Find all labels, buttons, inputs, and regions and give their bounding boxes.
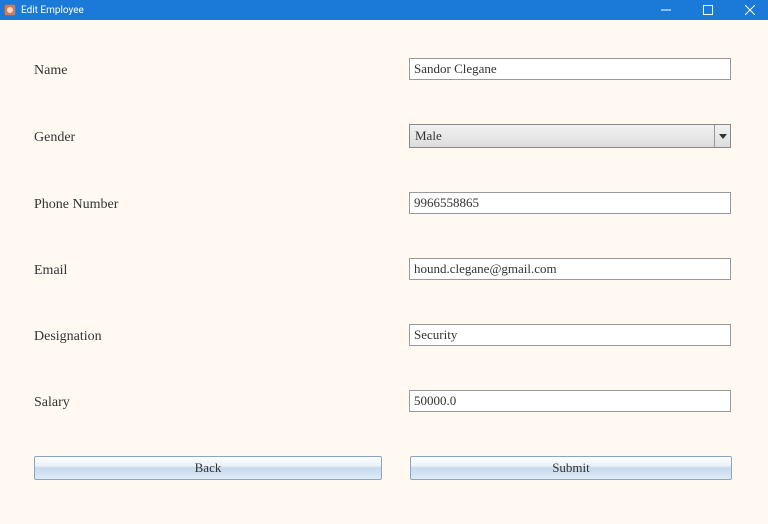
maximize-button[interactable] (696, 1, 720, 19)
gender-select[interactable]: Male (409, 124, 731, 148)
gender-selected-value: Male (410, 125, 714, 147)
designation-row: Designation (34, 324, 734, 346)
gender-label: Gender (34, 127, 409, 146)
submit-button[interactable]: Submit (410, 456, 732, 480)
titlebar-left: Edit Employee (4, 4, 84, 16)
phone-row: Phone Number (34, 192, 734, 214)
designation-label: Designation (34, 326, 409, 345)
button-row: Back Submit (34, 456, 734, 480)
name-label: Name (34, 60, 409, 79)
email-label: Email (34, 260, 409, 279)
back-button[interactable]: Back (34, 456, 382, 480)
email-row: Email (34, 258, 734, 280)
gender-row: Gender Male (34, 124, 734, 148)
close-button[interactable] (738, 1, 762, 19)
gender-dropdown-button[interactable] (714, 125, 730, 147)
salary-label: Salary (34, 392, 409, 411)
form-panel: Name Gender Male Phone Number Email Desi… (0, 20, 768, 524)
salary-row: Salary (34, 390, 734, 412)
salary-input[interactable] (409, 390, 731, 412)
phone-label: Phone Number (34, 194, 409, 213)
email-input[interactable] (409, 258, 731, 280)
minimize-button[interactable] (654, 1, 678, 19)
name-row: Name (34, 58, 734, 80)
close-icon (745, 5, 755, 15)
app-icon (4, 4, 16, 16)
phone-input[interactable] (409, 192, 731, 214)
chevron-down-icon (719, 134, 727, 139)
window-title: Edit Employee (21, 5, 84, 16)
designation-input[interactable] (409, 324, 731, 346)
minimize-icon (661, 5, 671, 15)
name-input[interactable] (409, 58, 731, 80)
window-controls (654, 1, 762, 19)
maximize-icon (703, 5, 713, 15)
title-bar: Edit Employee (0, 0, 768, 20)
